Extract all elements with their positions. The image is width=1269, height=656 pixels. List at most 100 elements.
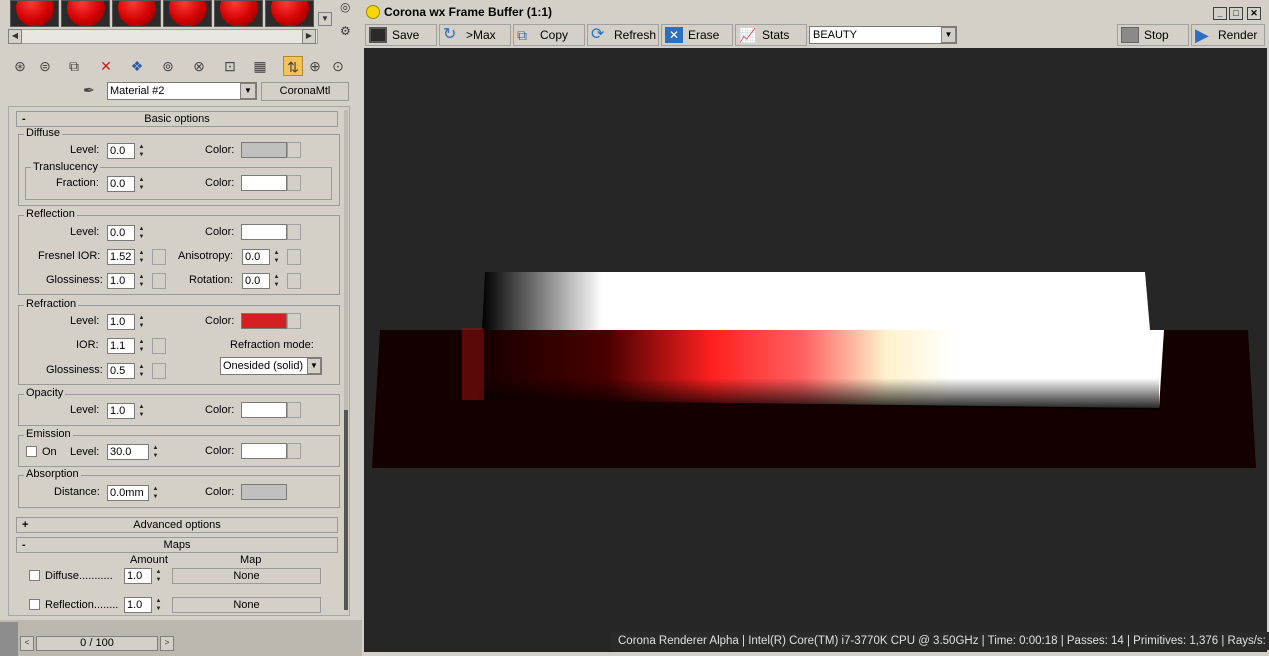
diffuse-map-checkbox[interactable]	[29, 570, 40, 581]
close-button[interactable]: ✕	[1247, 7, 1261, 20]
chevron-down-icon[interactable]: ▼	[307, 358, 321, 374]
ior-map-button[interactable]	[152, 338, 166, 354]
maximize-button[interactable]: □	[1229, 7, 1243, 20]
stop-button[interactable]: Stop	[1117, 24, 1189, 46]
fresnel-ior-input[interactable]: 1.52	[107, 249, 135, 265]
opacity-color-swatch[interactable]	[241, 402, 287, 418]
glossiness-map-button[interactable]	[152, 273, 166, 289]
timeline-next-button[interactable]: >	[160, 636, 174, 651]
absorption-distance-spinner[interactable]: ▲ ▼	[151, 485, 160, 501]
rotation-input[interactable]: 0.0	[242, 273, 270, 289]
slots-scrollbar[interactable]	[8, 29, 318, 44]
scroll-left-button[interactable]: ◀	[8, 29, 22, 44]
rotation-spinner[interactable]: ▲ ▼	[272, 273, 281, 289]
anisotropy-input[interactable]: 0.0	[242, 249, 270, 265]
anisotropy-spinner[interactable]: ▲ ▼	[272, 249, 281, 265]
reflection-map-button[interactable]	[287, 224, 301, 240]
stats-button[interactable]: 📈 Stats	[735, 24, 807, 46]
anisotropy-map-button[interactable]	[287, 249, 301, 265]
advanced-options-rollout[interactable]: + Advanced options	[16, 517, 338, 533]
translucency-fraction-spinner[interactable]: ▲ ▼	[137, 176, 146, 192]
emission-on-checkbox[interactable]	[26, 446, 37, 457]
fresnel-ior-spinner[interactable]: ▲ ▼	[137, 249, 146, 265]
chevron-down-icon[interactable]: ▼	[240, 83, 256, 99]
refraction-glossiness-spinner[interactable]: ▲ ▼	[137, 363, 146, 379]
absorption-color-swatch[interactable]	[241, 484, 287, 500]
put-to-library-icon[interactable]: ⊚	[158, 56, 178, 76]
sample-type-icon[interactable]: ◎	[340, 0, 356, 16]
reflection-map-spinner[interactable]: ▲ ▼	[154, 597, 163, 613]
render-viewport[interactable]	[364, 48, 1267, 652]
timeline-slider[interactable]: 0 / 100	[36, 636, 158, 651]
reflection-map-amount[interactable]: 1.0	[124, 597, 152, 613]
minimize-button[interactable]: _	[1213, 7, 1227, 20]
save-button[interactable]: Save	[365, 24, 437, 46]
reflection-level-input[interactable]: 0.0	[107, 225, 135, 241]
opacity-level-spinner[interactable]: ▲ ▼	[137, 403, 146, 419]
sample-slot-5[interactable]	[214, 0, 263, 27]
show-in-viewport-icon[interactable]: ⊡	[220, 56, 240, 76]
reflection-color-swatch[interactable]	[241, 224, 287, 240]
backlight-icon[interactable]: ⚙	[340, 24, 356, 40]
translucency-color-swatch[interactable]	[241, 175, 287, 191]
opacity-map-button[interactable]	[287, 402, 301, 418]
make-unique-icon[interactable]: ❖	[127, 56, 147, 76]
emission-level-input[interactable]: 30.0	[107, 444, 149, 460]
diffuse-color-swatch[interactable]	[241, 142, 287, 158]
refraction-level-spinner[interactable]: ▲ ▼	[137, 314, 146, 330]
channel-select[interactable]: BEAUTY	[809, 26, 957, 44]
rotation-map-button[interactable]	[287, 273, 301, 289]
assign-to-selection-icon[interactable]: ⧉	[64, 56, 84, 76]
show-end-result-icon[interactable]: ▦	[250, 56, 270, 76]
absorption-distance-input[interactable]: 0.0mm	[107, 485, 149, 501]
reflection-map-checkbox[interactable]	[29, 599, 40, 610]
material-id-icon[interactable]: ⊗	[189, 56, 209, 76]
emission-map-button[interactable]	[287, 443, 301, 459]
material-type-button[interactable]: CoronaMtl	[261, 82, 349, 101]
diffuse-level-spinner[interactable]: ▲ ▼	[137, 143, 146, 159]
put-to-scene-icon[interactable]: ⊜	[35, 56, 55, 76]
reflection-glossiness-input[interactable]: 1.0	[107, 273, 135, 289]
max-button[interactable]: ↻ >Max	[439, 24, 511, 46]
diffuse-map-slot-button[interactable]: None	[172, 568, 321, 584]
panel-scrollbar[interactable]	[344, 110, 348, 410]
scroll-right-button[interactable]: ▶	[302, 29, 316, 44]
translucency-fraction-input[interactable]: 0.0	[107, 176, 135, 192]
chevron-down-icon[interactable]: ▼	[941, 27, 956, 43]
translucency-map-button[interactable]	[287, 175, 301, 191]
reflection-level-spinner[interactable]: ▲ ▼	[137, 225, 146, 241]
refraction-color-swatch[interactable]	[241, 313, 287, 329]
basic-options-rollout[interactable]: - Basic options	[16, 111, 338, 127]
sample-slot-1[interactable]	[10, 0, 59, 27]
refraction-glossiness-input[interactable]: 0.5	[107, 363, 135, 379]
pick-material-icon[interactable]: ⊙	[328, 56, 348, 76]
sample-slot-3[interactable]	[112, 0, 161, 27]
slot-scroll-down-button[interactable]: ▼	[318, 12, 332, 26]
timeline-prev-button[interactable]: <	[20, 636, 34, 651]
go-to-parent-icon[interactable]: ⇅	[283, 56, 303, 76]
refresh-button[interactable]: ⟳ Refresh	[587, 24, 659, 46]
refraction-glossiness-map-button[interactable]	[152, 363, 166, 379]
opacity-level-input[interactable]: 1.0	[107, 403, 135, 419]
material-name-field[interactable]: Material #2	[107, 82, 257, 100]
reset-map-icon[interactable]: ✕	[96, 56, 116, 76]
fresnel-map-button[interactable]	[152, 249, 166, 265]
reflection-glossiness-spinner[interactable]: ▲ ▼	[137, 273, 146, 289]
copy-button[interactable]: ⧉ Copy	[513, 24, 585, 46]
sample-slot-4[interactable]	[163, 0, 212, 27]
sample-slot-2[interactable]	[61, 0, 110, 27]
emission-color-swatch[interactable]	[241, 443, 287, 459]
erase-button[interactable]: ✕ Erase	[661, 24, 733, 46]
sample-slot-6[interactable]	[265, 0, 314, 27]
ior-input[interactable]: 1.1	[107, 338, 135, 354]
ior-spinner[interactable]: ▲ ▼	[137, 338, 146, 354]
go-forward-sibling-icon[interactable]: ⊕	[305, 56, 325, 76]
emission-level-spinner[interactable]: ▲ ▼	[151, 444, 160, 460]
refraction-level-input[interactable]: 1.0	[107, 314, 135, 330]
eyedropper-icon[interactable]: ✒	[83, 82, 101, 100]
diffuse-map-spinner[interactable]: ▲ ▼	[154, 568, 163, 584]
render-button[interactable]: ▶ Render	[1191, 24, 1265, 46]
panel-scrollbar-thumb[interactable]	[344, 410, 348, 610]
refraction-map-button[interactable]	[287, 313, 301, 329]
reflection-map-slot-button[interactable]: None	[172, 597, 321, 613]
